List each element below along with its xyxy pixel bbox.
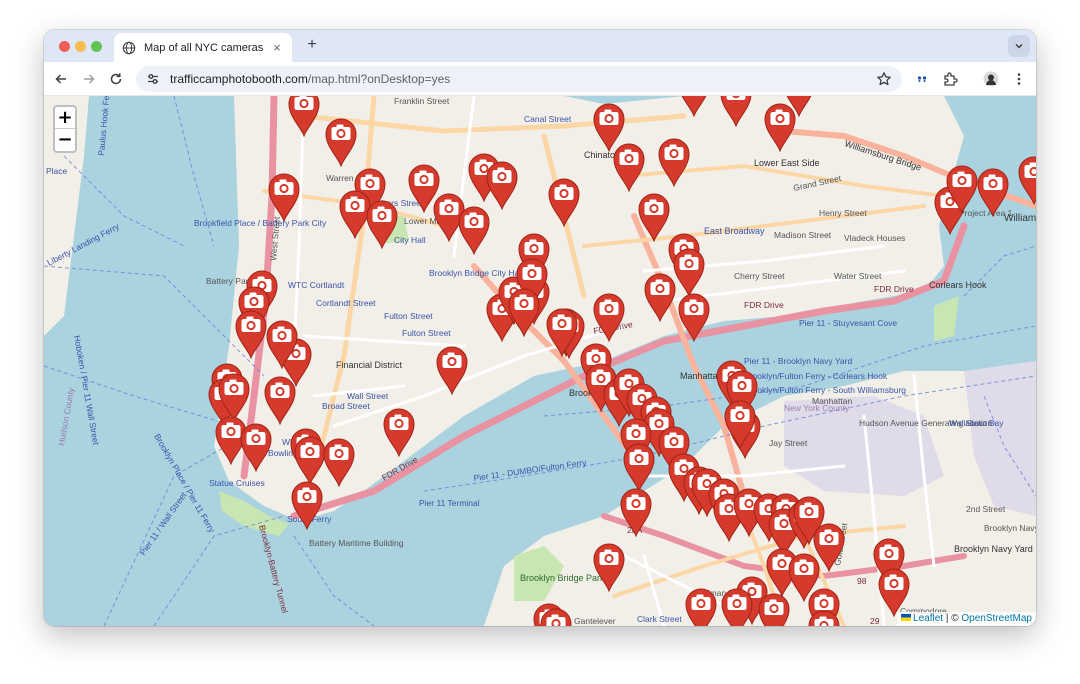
tab-strip: Map of all NYC cameras × + [44,30,1036,62]
ferry-route-9 [293,535,375,626]
label-hudson-county: Hudson County [56,386,76,446]
address-bar[interactable]: trafficcamphotobooth.com/map.html?onDesk… [136,66,902,92]
label-pier11-stuyvesant: Pier 11 - Stuyvesant Cove [799,318,897,328]
close-window-button[interactable] [59,41,70,52]
puzzle-icon [944,72,958,86]
browser-toolbar: trafficcamphotobooth.com/map.html?onDesk… [44,62,1036,96]
label-battery-maritime: Battery Maritime Building [309,538,404,548]
minimize-window-button[interactable] [75,41,86,52]
label-navy-yard-station: Brooklyn Navy Yard Ferry Station [984,523,1036,533]
label-corlears: Corlears Hook [929,280,987,290]
label-project-area: Project Area 1 [959,208,1013,218]
extensions-menu-button[interactable] [940,69,960,89]
label-cortlandt: Cortlandt Street [316,298,376,308]
label-franklin: Franklin Street [394,96,450,106]
bookmark-star-icon[interactable] [876,71,892,87]
label-pier11-wall: Pier 11 / Wall Street [137,490,188,557]
reload-button[interactable] [106,69,126,89]
label-place: Place [46,166,68,176]
label-brooklyn-battery-tunnel: Brooklyn-Battery Tunnel [257,524,290,614]
label-manhattan: Manhattan [812,396,852,406]
zoom-in-button[interactable]: + [55,107,75,129]
label-battery-park: Battery Park [206,276,254,286]
new-tab-button[interactable]: + [302,36,322,54]
label-hoboken: Hoboken / Pier 11 Wall Street [72,335,101,447]
label-fulton2: Fulton Street [402,328,451,338]
label-gantelever: Gantelever [574,616,616,626]
label-brooklyn-bridge-city-hall: Brooklyn Bridge City Hall [429,268,523,278]
arrow-left-icon [55,74,66,84]
label-pier11-terminal: Pier 11 Terminal [419,498,480,508]
label-canal: Canal Street [524,114,572,124]
label-statue-cruises: Statue Cruises [209,478,265,488]
forward-button[interactable] [79,69,99,89]
attribution-separator: | © [943,613,962,624]
label-paulus: Paulus Hook Ferry [96,96,112,156]
label-fulton: Fulton Street [384,311,433,321]
label-jay: Jay Street [769,438,808,448]
label-city-hall: City Hall [394,235,426,245]
label-brooklyn-navy-yard: Brooklyn Navy Yard [954,544,1033,554]
label-fdr2: FDR Drive [744,300,784,310]
avatar [983,71,999,87]
browser-menu-button[interactable] [1009,69,1029,89]
camera-marker[interactable] [623,443,655,492]
url-path: /map.html?onDesktop=yes [307,72,451,86]
reload-icon [110,73,122,85]
label-second-st: 2nd Street [966,504,1006,514]
back-button[interactable] [51,69,71,89]
label-madison: Madison Street [774,230,832,240]
tab-search-button[interactable] [1008,35,1030,57]
tab-map[interactable]: Map of all NYC cameras × [114,33,292,62]
map-canvas[interactable]: Franklin Street Canal Street Chinatown W… [44,96,1036,626]
chevron-down-icon [1015,43,1023,49]
label-east-broadway: East Broadway [704,226,765,236]
label-fulton-ferry-corlears: Brooklyn/Fulton Ferry - Corlears Hook [744,371,888,381]
label-p98: 98 [857,576,867,586]
leaflet-link[interactable]: Leaflet [913,613,943,624]
label-fulton-ferry-williamsburg: Brooklyn/Fulton Ferry - South Williamsbu… [744,385,906,395]
label-navy-yard-ferry: Pier 11 - Brooklyn Navy Yard [744,356,852,366]
label-wall: Wall Street [347,391,389,401]
extension-dots-icon [917,76,927,82]
extension-button[interactable] [912,69,932,89]
label-p29: 29 [870,616,880,626]
label-water: Water Street [834,271,882,281]
label-financial: Financial District [336,360,403,370]
label-lower-east: Lower East Side [754,158,820,168]
label-fdr1: FDR Drive [874,284,914,294]
url-host: trafficcamphotobooth.com [170,72,308,86]
globe-icon [122,41,136,54]
camera-marker[interactable] [1018,156,1036,205]
arrow-right-icon [84,74,95,84]
label-dumbo-ferry: Pier 11 - DUMBO/Fulton Ferry [473,457,588,483]
label-broad: Broad Street [322,401,370,411]
map-attribution: Leaflet | © OpenStreetMap [897,612,1036,626]
map-view[interactable]: Franklin Street Canal Street Chinatown W… [44,96,1036,626]
tab-close-icon[interactable]: × [270,40,284,55]
zoom-out-button[interactable]: − [55,129,75,151]
maximize-window-button[interactable] [91,41,102,52]
label-wtc-cortlandt: WTC Cortlandt [288,280,345,290]
profile-button[interactable] [981,69,1001,89]
camera-marker[interactable] [758,593,790,626]
site-settings-icon[interactable] [146,72,160,86]
zoom-control: + − [53,105,77,153]
more-vert-icon [1017,73,1021,85]
label-henry: Henry Street [819,208,867,218]
label-brooklyn-bridge-park: Brooklyn Bridge Park [520,573,605,583]
label-battery-park-city: Brookfield Place / Battery Park City [194,218,327,228]
label-cherry: Cherry Street [734,271,785,281]
label-vladeck: Vladeck Houses [844,233,905,243]
tab-title: Map of all NYC cameras [144,41,264,54]
url-text: trafficcamphotobooth.com/map.html?onDesk… [170,72,450,86]
browser-window: Map of all NYC cameras × + trafficcampho… [44,30,1036,626]
ukraine-flag-icon [901,613,912,621]
label-wallabout: Wallabout Bay [949,418,1004,428]
park-east-river [934,296,959,341]
openstreetmap-link[interactable]: OpenStreetMap [961,613,1032,624]
label-clark: Clark Street [637,614,683,624]
